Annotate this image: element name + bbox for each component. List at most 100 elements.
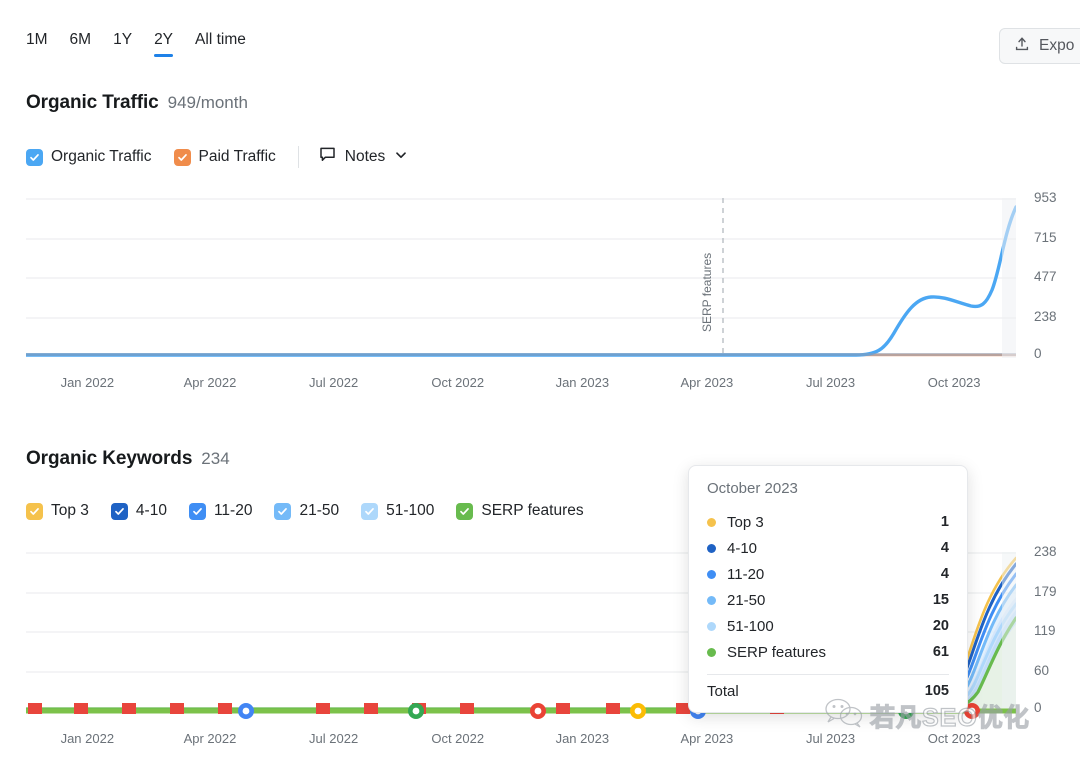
range-tab-2y[interactable]: 2Y bbox=[154, 30, 173, 57]
keywords-xtick-5: Apr 2023 bbox=[680, 731, 734, 746]
organic-keywords-header: Organic Keywords 234 bbox=[26, 448, 230, 470]
legend-21-50-label: 21-50 bbox=[299, 502, 340, 519]
legend-4-10-label: 4-10 bbox=[135, 502, 167, 519]
checkbox-serp-features[interactable] bbox=[456, 502, 474, 520]
keywords-ytick-0: 0 bbox=[1034, 700, 1042, 715]
traffic-x-axis: Jan 2022 Apr 2022 Jul 2022 Oct 2022 Jan … bbox=[26, 375, 1016, 390]
checkbox-organic-traffic[interactable] bbox=[26, 148, 43, 166]
traffic-xtick-4: Jan 2023 bbox=[555, 375, 610, 390]
tooltip-value-11-20: 4 bbox=[940, 566, 949, 582]
note-bubble-icon bbox=[319, 146, 336, 168]
tooltip-label-51-100: 51-100 bbox=[727, 617, 774, 635]
checkbox-51-100[interactable] bbox=[361, 502, 379, 520]
notes-dropdown[interactable]: Notes bbox=[319, 146, 409, 168]
legend-51-100-label: 51-100 bbox=[386, 502, 435, 519]
tooltip-row-21-50: 21-50 15 bbox=[707, 587, 949, 613]
legend-organic-traffic[interactable]: Organic Traffic bbox=[26, 148, 152, 166]
traffic-xtick-7: Oct 2023 bbox=[927, 375, 981, 390]
legend-serp-features-label: SERP features bbox=[481, 502, 584, 519]
tooltip-value-serp-features: 61 bbox=[932, 644, 949, 660]
keywords-ytick-238: 238 bbox=[1034, 544, 1057, 559]
legend-top-3-label: Top 3 bbox=[51, 502, 89, 519]
legend-top-3[interactable]: Top 3 bbox=[26, 502, 89, 520]
legend-paid-traffic-label: Paid Traffic bbox=[198, 148, 276, 165]
keywords-xtick-2: Jul 2022 bbox=[309, 731, 359, 746]
legend-21-50[interactable]: 21-50 bbox=[274, 502, 339, 520]
keywords-legend: Top 3 4-10 11-20 21-50 51-100 SERP featu… bbox=[26, 502, 606, 520]
tooltip-dot-21-50 bbox=[707, 595, 716, 605]
serp-features-annotation-label: SERP features bbox=[700, 252, 714, 332]
traffic-ytick-953: 953 bbox=[1034, 190, 1057, 205]
organic-traffic-title: Organic Traffic bbox=[26, 92, 159, 113]
traffic-xtick-1: Apr 2022 bbox=[183, 375, 237, 390]
traffic-ytick-715: 715 bbox=[1034, 230, 1057, 245]
traffic-xtick-5: Apr 2023 bbox=[680, 375, 734, 390]
tooltip-row-4-10: 4-10 4 bbox=[707, 535, 949, 561]
toolbar: 1M 6M 1Y 2Y All time Expo bbox=[0, 0, 1080, 72]
keywords-xtick-3: Oct 2022 bbox=[431, 731, 485, 746]
tooltip-dot-top-3 bbox=[707, 517, 716, 527]
legend-11-20-label: 11-20 bbox=[213, 502, 253, 519]
legend-divider bbox=[297, 146, 299, 168]
checkbox-4-10[interactable] bbox=[110, 502, 128, 520]
keywords-ytick-179: 179 bbox=[1034, 584, 1057, 599]
organic-traffic-header: Organic Traffic 949/month bbox=[26, 92, 248, 114]
tooltip-label-4-10: 4-10 bbox=[727, 539, 758, 557]
legend-4-10[interactable]: 4-10 bbox=[110, 502, 167, 520]
traffic-ytick-238: 238 bbox=[1034, 309, 1057, 324]
tooltip-value-51-100: 20 bbox=[932, 618, 949, 634]
tooltip-dot-11-20 bbox=[707, 569, 716, 579]
traffic-xtick-0: Jan 2022 bbox=[60, 375, 115, 390]
keywords-xtick-7: Oct 2023 bbox=[927, 731, 981, 746]
tooltip-total-row: Total 105 bbox=[707, 683, 949, 700]
legend-51-100[interactable]: 51-100 bbox=[361, 502, 434, 520]
range-tab-6m[interactable]: 6M bbox=[70, 30, 92, 57]
tooltip-row-serp-features: SERP features 61 bbox=[707, 639, 949, 665]
organic-keywords-title: Organic Keywords bbox=[26, 448, 193, 469]
tooltip-total-value: 105 bbox=[924, 683, 949, 699]
organic-keywords-value: 234 bbox=[201, 449, 230, 468]
organic-traffic-chart[interactable] bbox=[26, 198, 1016, 360]
tooltip-value-4-10: 4 bbox=[940, 540, 949, 556]
tooltip-row-top-3: Top 3 1 bbox=[707, 509, 949, 535]
keywords-xtick-0: Jan 2022 bbox=[60, 731, 115, 746]
traffic-xtick-3: Oct 2022 bbox=[431, 375, 485, 390]
traffic-xtick-6: Jul 2023 bbox=[805, 375, 856, 390]
range-tab-all-time[interactable]: All time bbox=[195, 30, 246, 57]
checkbox-top-3[interactable] bbox=[26, 502, 43, 520]
export-button[interactable]: Expo bbox=[999, 28, 1080, 64]
tooltip-label-21-50: 21-50 bbox=[727, 591, 766, 609]
tooltip-total-label: Total bbox=[707, 683, 739, 700]
checkbox-21-50[interactable] bbox=[274, 502, 292, 520]
tooltip-row-51-100: 51-100 20 bbox=[707, 613, 949, 639]
tooltip-label-top-3: Top 3 bbox=[727, 513, 764, 531]
keywords-x-axis: Jan 2022 Apr 2022 Jul 2022 Oct 2022 Jan … bbox=[26, 731, 1016, 746]
legend-11-20[interactable]: 11-20 bbox=[188, 502, 253, 520]
notes-label: Notes bbox=[344, 148, 386, 165]
legend-paid-traffic[interactable]: Paid Traffic bbox=[173, 148, 276, 166]
tooltip-separator bbox=[707, 674, 949, 675]
tooltip-label-serp-features: SERP features bbox=[727, 643, 826, 661]
chevron-down-icon bbox=[394, 148, 408, 167]
keywords-ytick-60: 60 bbox=[1034, 663, 1050, 678]
upload-icon bbox=[1014, 36, 1030, 57]
legend-organic-traffic-label: Organic Traffic bbox=[51, 148, 152, 165]
range-tab-1y[interactable]: 1Y bbox=[113, 30, 132, 57]
tooltip-value-top-3: 1 bbox=[940, 514, 949, 530]
tooltip-header: October 2023 bbox=[707, 480, 798, 497]
traffic-ytick-477: 477 bbox=[1034, 269, 1057, 284]
traffic-ytick-0: 0 bbox=[1034, 346, 1042, 361]
organic-traffic-value: 949/month bbox=[167, 93, 248, 112]
legend-serp-features[interactable]: SERP features bbox=[456, 502, 584, 520]
tooltip-dot-serp-features bbox=[707, 647, 716, 657]
tooltip-row-11-20: 11-20 4 bbox=[707, 561, 949, 587]
range-tab-1m[interactable]: 1M bbox=[26, 30, 48, 57]
checkbox-11-20[interactable] bbox=[188, 502, 206, 520]
tooltip-label-11-20: 11-20 bbox=[727, 565, 765, 583]
tooltip-dot-51-100 bbox=[707, 621, 716, 631]
checkbox-paid-traffic[interactable] bbox=[173, 148, 191, 166]
date-range-tabs: 1M 6M 1Y 2Y All time bbox=[26, 30, 246, 57]
keywords-tooltip: October 2023 Top 3 1 4-10 4 11-20 4 21-5… bbox=[688, 465, 968, 713]
traffic-xtick-2: Jul 2022 bbox=[309, 375, 359, 390]
traffic-legend: Organic Traffic Paid Traffic Notes bbox=[26, 146, 408, 168]
